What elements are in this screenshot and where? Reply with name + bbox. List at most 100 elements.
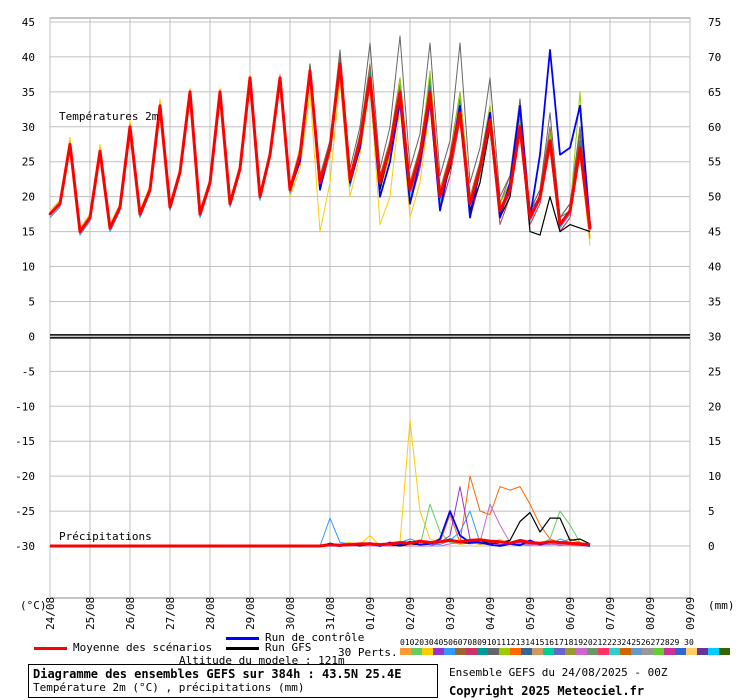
legend-mean-swatch (34, 646, 67, 650)
right-tick-label: 5 (708, 505, 715, 518)
ensemble-date: Ensemble GEFS du 24/08/2025 - 00Z (449, 666, 668, 679)
pert-color-swatch (587, 648, 598, 655)
temperature-mean-point (138, 212, 142, 216)
legend-gfs: Run GFS (226, 641, 311, 654)
legend-perts: 30 Perts. (338, 646, 398, 659)
temperature-mean-point (128, 125, 132, 129)
pert-color-swatch (609, 648, 620, 655)
temperature-mean-point (538, 195, 542, 198)
left-tick-label: -30 (15, 540, 35, 553)
pert-color-swatch (477, 648, 488, 655)
temperature-mean-point (458, 111, 462, 115)
temperature-mean-point (288, 188, 292, 191)
temperature-mean-point (178, 170, 182, 174)
right-tick-label: 15 (708, 435, 721, 448)
right-tick-label: 65 (708, 86, 721, 99)
right-tick-label: 70 (708, 51, 721, 64)
x-tick-label: 07/09 (604, 597, 617, 630)
x-tick-label: 02/09 (404, 597, 417, 630)
info-box: Diagramme des ensembles GEFS sur 384h : … (28, 664, 438, 698)
right-tick-label: 30 (708, 330, 721, 343)
legend-mean: Moyenne des scénarios (34, 641, 212, 654)
pert-color-swatch (642, 648, 653, 655)
x-tick-label: 29/08 (244, 597, 257, 630)
pert-color-swatch (554, 648, 565, 655)
pert-color-swatch (422, 648, 433, 655)
temperature-mean-point (438, 195, 442, 198)
temperature-mean-point (88, 216, 92, 219)
right-tick-label: 20 (708, 400, 721, 413)
left-tick-label: -25 (15, 505, 35, 518)
legend-gfs-label: Run GFS (265, 641, 312, 654)
pert-color-swatch (565, 648, 576, 655)
temperature-mean-point (558, 223, 562, 226)
right-tick-label: 60 (708, 121, 721, 134)
precipitation-panel-label: Précipitations (59, 530, 152, 543)
temperature-mean-point (448, 160, 452, 164)
pert-color-swatch (411, 648, 422, 655)
left-tick-label: 30 (22, 121, 35, 134)
x-tick-label: 27/08 (164, 597, 177, 630)
temperature-mean-point (388, 146, 392, 150)
left-tick-label: -20 (15, 470, 35, 483)
pert-color-swatch (664, 648, 675, 655)
left-tick-label: -15 (15, 435, 35, 448)
temperature-mean-point (258, 195, 262, 198)
right-tick-label: 50 (708, 191, 721, 204)
legend-control-swatch (226, 636, 259, 640)
right-tick-label: 55 (708, 156, 721, 169)
copyright: Copyright 2025 Meteociel.fr (449, 684, 645, 698)
right-tick-label: 35 (708, 295, 721, 308)
right-unit-label: (mm) (708, 599, 735, 612)
pert-color-swatch (444, 648, 455, 655)
pert-color-swatch (675, 648, 686, 655)
ensemble-chart: 454035302520151050-5-10-15-20-25-3075706… (15, 16, 735, 630)
pert-color-swatch (631, 648, 642, 655)
temperature-mean-point (428, 90, 432, 94)
temperature-mean-point (228, 202, 232, 205)
x-tick-label: 01/09 (364, 597, 377, 630)
pert-color-swatch (719, 648, 730, 655)
left-tick-label: 40 (22, 51, 35, 64)
right-tick-label: 0 (708, 540, 715, 553)
temperature-mean-point (58, 202, 62, 205)
left-tick-label: 15 (22, 226, 35, 239)
temperature-mean-point (318, 181, 322, 184)
pert-color-swatch (532, 648, 543, 655)
temperature-mean-point (498, 209, 502, 212)
pert-color-swatch (686, 648, 697, 655)
temperature-panel-label: Températures 2m (59, 110, 159, 123)
temperature-mean-point (248, 76, 252, 80)
x-tick-label: 31/08 (324, 597, 337, 630)
pert-color-swatch (708, 648, 719, 655)
chart-subtitle: Température 2m (°C) , précipitations (mm… (33, 681, 305, 694)
temperature-mean-point (198, 212, 202, 216)
temperature-mean-point (308, 69, 312, 73)
temperature-mean-point (218, 90, 222, 94)
temperature-mean-point (148, 188, 152, 191)
left-tick-label: 10 (22, 261, 35, 274)
temperature-mean-point (208, 181, 212, 184)
pert-color-swatch (455, 648, 466, 655)
pert-color-swatch (499, 648, 510, 655)
x-tick-label: 30/08 (284, 597, 297, 630)
pert-color-swatch (510, 648, 521, 655)
right-tick-label: 45 (708, 226, 721, 239)
temperature-mean-point (98, 149, 102, 153)
legend-gfs-swatch (226, 646, 259, 650)
temperature-mean-point (398, 90, 402, 94)
pert-color-swatch (488, 648, 499, 655)
left-tick-label: 35 (22, 86, 35, 99)
x-tick-label: 28/08 (204, 597, 217, 630)
temperature-mean-point (548, 139, 552, 143)
x-tick-label: 09/09 (684, 597, 697, 630)
left-tick-label: -5 (22, 365, 35, 378)
temperature-mean-point (278, 76, 282, 80)
temperature-mean-point (348, 177, 352, 181)
temperature-mean-point (418, 153, 422, 157)
left-tick-label: 5 (28, 295, 35, 308)
temperature-mean-point (518, 125, 522, 129)
temperature-mean-point (408, 188, 412, 191)
temperature-mean-point (338, 62, 342, 66)
pert-color-swatch (521, 648, 532, 655)
